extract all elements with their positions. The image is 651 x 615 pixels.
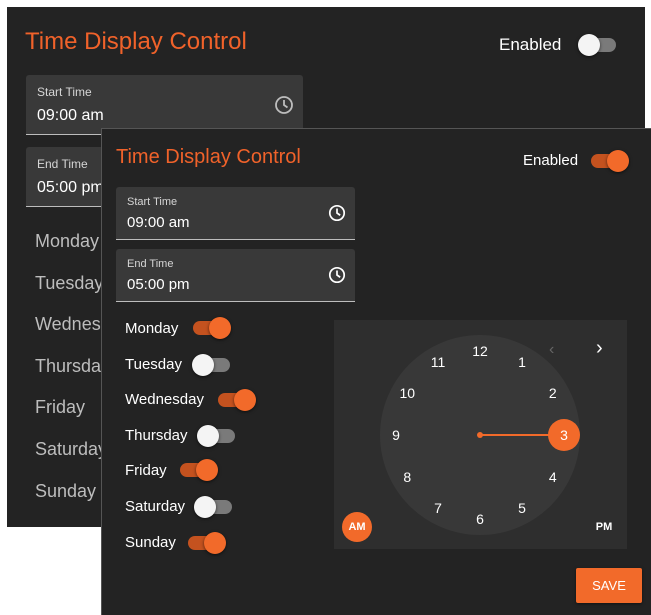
front-end-time-field[interactable]: End Time 05:00 pm	[116, 249, 355, 302]
toggle-thumb	[234, 389, 256, 411]
toggle-thumb	[209, 317, 231, 339]
hour-2[interactable]: 2	[541, 381, 565, 405]
start-time-value: 09:00 am	[37, 107, 104, 124]
day-toggle-saturday[interactable]	[194, 496, 232, 518]
hour-5[interactable]: 5	[510, 496, 534, 520]
front-enabled-label: Enabled	[523, 152, 579, 169]
hour-8[interactable]: 8	[395, 465, 419, 489]
hour-10[interactable]: 10	[395, 381, 419, 405]
day-label-wednesday: Wednesday	[125, 391, 204, 408]
day-toggle-friday[interactable]	[180, 459, 218, 481]
hour-4[interactable]: 4	[541, 465, 565, 489]
hour-7[interactable]: 7	[426, 496, 450, 520]
toggle-thumb	[197, 425, 219, 447]
save-button[interactable]: SAVE	[576, 568, 642, 603]
toggle-thumb	[194, 496, 216, 518]
clock-icon[interactable]	[274, 95, 294, 115]
clock-pivot	[477, 432, 483, 438]
day-label-thursday: Thursday	[125, 427, 188, 444]
back-enabled-label: Enabled	[499, 35, 562, 54]
day-toggle-thursday[interactable]	[197, 425, 235, 447]
start-time-value: 09:00 am	[127, 214, 190, 231]
am-button[interactable]: AM	[342, 512, 372, 542]
hour-1[interactable]: 1	[510, 350, 534, 374]
front-page-title: Time Display Control	[116, 146, 301, 168]
day-label-tuesday: Tuesday	[125, 356, 182, 373]
day-toggle-monday[interactable]	[193, 317, 231, 339]
clock-icon[interactable]	[328, 204, 346, 222]
day-toggle-sunday[interactable]	[188, 532, 226, 554]
chevron-right-icon[interactable]: ›	[596, 338, 603, 358]
day-label-tuesday: Tuesday	[35, 273, 104, 293]
day-label-thursday: Thursday	[35, 356, 111, 376]
day-label-sunday: Sunday	[35, 481, 97, 501]
end-time-value: 05:00 pm	[37, 179, 104, 196]
back-start-time-field[interactable]: Start Time 09:00 am	[26, 75, 303, 135]
clock-icon[interactable]	[328, 266, 346, 284]
hour-11[interactable]: 11	[426, 350, 450, 374]
hour-3[interactable]: 3	[548, 419, 580, 451]
start-time-label: Start Time	[127, 196, 178, 208]
hour-12[interactable]: 12	[468, 339, 492, 363]
back-enabled-toggle[interactable]	[578, 34, 616, 56]
hour-6[interactable]: 6	[468, 507, 492, 531]
front-start-time-field[interactable]: Start Time 09:00 am	[116, 187, 355, 240]
front-enabled-toggle[interactable]	[591, 150, 629, 172]
day-label-monday: Monday	[35, 231, 100, 251]
day-label-friday: Friday	[35, 397, 86, 417]
day-label-sunday: Sunday	[125, 534, 176, 551]
time-picker: ‹ › 12 1 2 3 4 5 6 7 8 9 10 11 AM PM	[334, 320, 627, 549]
pm-button[interactable]: PM	[589, 512, 619, 542]
day-label-monday: Monday	[125, 320, 179, 337]
toggle-thumb	[204, 532, 226, 554]
toggle-thumb	[192, 354, 214, 376]
clock-hand	[480, 434, 550, 436]
end-time-value: 05:00 pm	[127, 276, 190, 293]
back-page-title: Time Display Control	[25, 28, 247, 55]
day-label-saturday: Saturday	[125, 498, 186, 515]
clock-dial[interactable]: 12 1 2 3 4 5 6 7 8 9 10 11	[380, 335, 580, 535]
day-label-saturday: Saturday	[35, 439, 108, 459]
start-time-label: Start Time	[37, 85, 92, 99]
chevron-left-icon[interactable]: ‹	[549, 342, 554, 358]
end-time-label: End Time	[37, 157, 88, 171]
toggle-thumb	[196, 459, 218, 481]
day-toggle-tuesday[interactable]	[192, 354, 230, 376]
day-toggle-wednesday[interactable]	[218, 389, 256, 411]
toggle-thumb	[607, 150, 629, 172]
end-time-label: End Time	[127, 258, 174, 270]
toggle-thumb	[578, 34, 600, 56]
hour-9[interactable]: 9	[384, 423, 408, 447]
day-label-friday: Friday	[125, 462, 167, 479]
